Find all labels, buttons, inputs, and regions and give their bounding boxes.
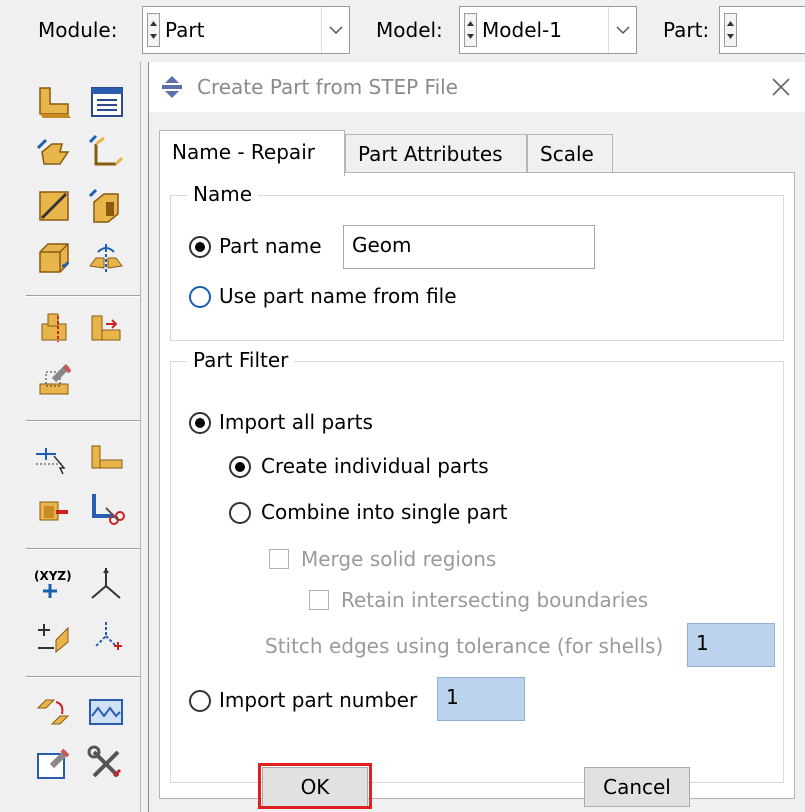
datum-manager-icon[interactable] <box>84 614 128 658</box>
use-file-name-label: Use part name from file <box>219 284 457 308</box>
merge-solid-checkbox[interactable] <box>269 549 289 569</box>
partition-cell-icon[interactable] <box>84 306 128 350</box>
chevron-down-icon <box>329 26 343 35</box>
query-icon[interactable] <box>32 742 76 786</box>
dialog-titlebar[interactable]: Create Part from STEP File <box>149 62 805 112</box>
import-part-number-radio[interactable] <box>189 690 211 712</box>
tab-panel: Name Part name Geom Use part name from f… <box>159 172 795 799</box>
toolbox-separator <box>26 676 140 678</box>
create-part-icon[interactable] <box>32 80 76 124</box>
partition-face-icon[interactable] <box>32 306 76 350</box>
module-dropdown[interactable] <box>321 7 349 53</box>
context-bar: Module: Part Model: Model-1 Part: <box>0 0 805 62</box>
create-cut-icon[interactable] <box>84 184 128 228</box>
ok-button[interactable]: OK <box>262 767 368 807</box>
stitch-tolerance-input[interactable]: 1 <box>687 623 775 667</box>
combine-radio[interactable] <box>229 502 251 524</box>
create-wire-icon[interactable] <box>32 184 76 228</box>
create-round-icon[interactable] <box>32 236 76 280</box>
module-label: Module: <box>38 18 118 42</box>
module-value: Part <box>165 18 205 42</box>
import-part-number-label: Import part number <box>219 688 418 712</box>
part-label: Part: <box>663 18 710 42</box>
module-toolbox: (XYZ) <box>22 62 140 812</box>
module-combo[interactable]: Part <box>142 6 350 54</box>
toolbox-separator <box>26 295 140 297</box>
toolbox-separator <box>26 548 140 550</box>
create-individual-radio[interactable] <box>229 456 251 478</box>
combine-label: Combine into single part <box>261 500 508 524</box>
model-dropdown[interactable] <box>608 7 636 53</box>
part-name-radio[interactable] <box>189 236 211 258</box>
part-name-input[interactable]: Geom <box>343 225 595 269</box>
cancel-button[interactable]: Cancel <box>584 767 690 807</box>
datum-axis-icon[interactable] <box>84 434 128 478</box>
import-all-label: Import all parts <box>219 410 373 434</box>
part-filter-group: Part Filter Import all parts Create indi… <box>170 348 784 783</box>
stitch-edges-label: Stitch edges using tolerance (for shells… <box>265 634 664 658</box>
part-filter-group-title: Part Filter <box>187 348 295 372</box>
spin-arrows-icon[interactable] <box>464 13 477 47</box>
virtual-topology-icon[interactable] <box>84 690 128 734</box>
model-combo[interactable]: Model-1 <box>459 6 637 54</box>
import-all-radio[interactable] <box>189 412 211 434</box>
toolbox-border <box>140 62 141 812</box>
model-value: Model-1 <box>482 18 562 42</box>
model-label: Model: <box>376 18 443 42</box>
retain-boundaries-label: Retain intersecting boundaries <box>341 588 649 612</box>
use-file-name-radio[interactable] <box>189 286 211 308</box>
part-combo[interactable] <box>719 6 805 54</box>
spin-arrows-icon[interactable] <box>147 13 160 47</box>
close-icon <box>772 78 790 96</box>
tab-part-attributes[interactable]: Part Attributes <box>345 134 527 174</box>
left-edge <box>0 62 22 812</box>
import-part-number-input[interactable]: 1 <box>437 677 525 721</box>
tab-name-repair[interactable]: Name - Repair <box>159 130 345 176</box>
svg-text:(XYZ): (XYZ) <box>34 569 72 583</box>
toolbox-separator <box>26 420 140 422</box>
create-part-dialog: Create Part from STEP File Name - Repair… <box>148 62 805 812</box>
name-group-title: Name <box>187 182 259 206</box>
create-shell-icon[interactable] <box>84 132 128 176</box>
datum-csys-icon[interactable]: (XYZ) <box>32 562 76 606</box>
geometry-edit-icon[interactable] <box>32 690 76 734</box>
create-individual-label: Create individual parts <box>261 454 489 478</box>
datum-plane-icon[interactable] <box>32 486 76 530</box>
part-name-label: Part name <box>219 234 322 258</box>
merge-solid-label: Merge solid regions <box>301 547 497 571</box>
spin-arrows-icon[interactable] <box>724 13 737 47</box>
name-group: Name Part name Geom Use part name from f… <box>170 182 784 341</box>
tab-scale[interactable]: Scale <box>527 134 613 174</box>
mirror-icon[interactable] <box>84 236 128 280</box>
chevron-down-icon <box>616 26 630 35</box>
repair-icon[interactable] <box>32 358 76 402</box>
delete-feature-icon[interactable] <box>84 486 128 530</box>
datum-point-icon[interactable] <box>32 434 76 478</box>
part-manager-icon[interactable] <box>84 80 128 124</box>
abaqus-app-icon <box>162 76 182 98</box>
close-button[interactable] <box>762 68 800 106</box>
create-solid-icon[interactable] <box>32 132 76 176</box>
assembly-icon[interactable] <box>84 562 128 606</box>
reference-point-icon[interactable] <box>32 614 76 658</box>
tools-icon[interactable] <box>84 742 128 786</box>
retain-boundaries-checkbox[interactable] <box>309 590 329 610</box>
dialog-title: Create Part from STEP File <box>197 75 458 99</box>
